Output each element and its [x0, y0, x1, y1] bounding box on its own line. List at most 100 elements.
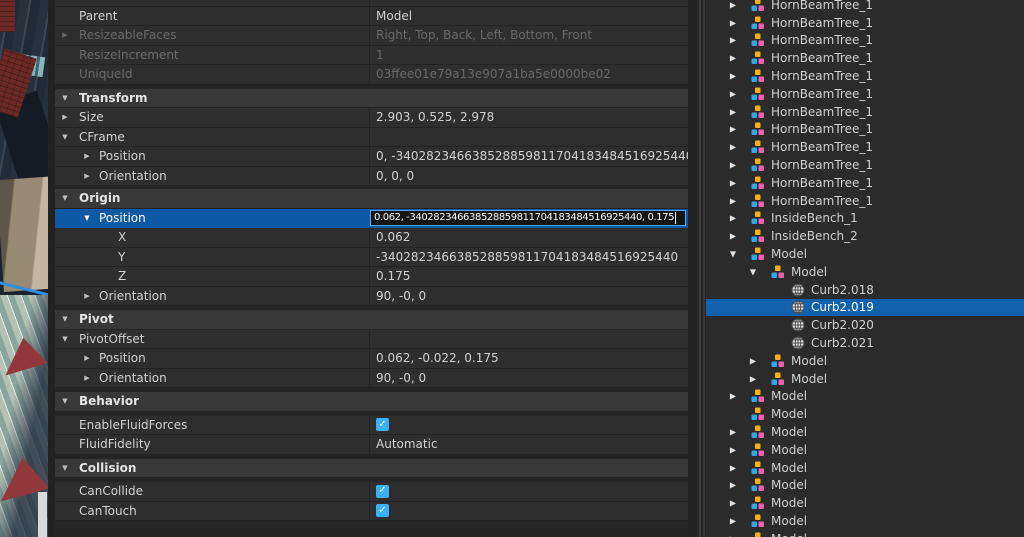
- expand-arrow-icon[interactable]: ▶: [727, 463, 739, 472]
- explorer-row-insidebench-2[interactable]: ▶ InsideBench_2: [706, 227, 1024, 245]
- panel-splitter[interactable]: [688, 0, 706, 537]
- explorer-row-model[interactable]: ▶ Model: [706, 512, 1024, 530]
- expand-arrow-icon[interactable]: ▶: [727, 445, 739, 454]
- expand-arrow-icon[interactable]: ▶: [727, 18, 739, 27]
- expand-arrow-icon[interactable]: ▶: [81, 292, 93, 300]
- explorer-row-hornbeamtree-1[interactable]: ▶ HornBeamTree_1: [706, 121, 1024, 139]
- explorer-row-model[interactable]: ▶ Model: [706, 530, 1024, 537]
- property-row-cframe-orientation[interactable]: ▶ Orientation 0, 0, 0: [55, 166, 688, 186]
- expand-arrow-icon[interactable]: ▶: [727, 392, 739, 401]
- property-row-origin-position-z[interactable]: Z 0.175: [55, 267, 688, 287]
- expand-arrow-icon[interactable]: ▼: [59, 94, 71, 102]
- property-value-cell[interactable]: 2.903, 0.525, 2.978: [369, 108, 688, 127]
- expand-arrow-icon[interactable]: ▶: [727, 214, 739, 223]
- property-row-pivot-position[interactable]: ▶ Position 0.062, -0.022, 0.175: [55, 349, 688, 369]
- explorer-row-model[interactable]: ▶ Model: [706, 352, 1024, 370]
- expand-arrow-icon[interactable]: ▶: [59, 31, 71, 39]
- checkbox-checked[interactable]: [376, 504, 389, 518]
- expand-arrow-icon[interactable]: ▼: [727, 250, 739, 259]
- checkbox-checked[interactable]: [376, 484, 389, 498]
- expand-arrow-icon[interactable]: ▶: [727, 125, 739, 134]
- explorer-row-curb2-020[interactable]: Curb2.020: [706, 316, 1024, 334]
- expand-arrow-icon[interactable]: ▶: [727, 481, 739, 490]
- expand-arrow-icon[interactable]: ▶: [59, 113, 71, 121]
- property-row-origin-orientation[interactable]: ▶ Orientation 90, -0, 0: [55, 286, 688, 306]
- expand-arrow-icon[interactable]: ▶: [727, 89, 739, 98]
- property-value-cell[interactable]: 0, -340282346638528859811704183484516925…: [369, 147, 688, 166]
- property-row-section-pivot[interactable]: ▼ Pivot: [55, 310, 688, 330]
- property-value-cell[interactable]: Automatic: [369, 435, 688, 454]
- expand-arrow-icon[interactable]: ▼: [59, 397, 71, 405]
- property-row-unique-id[interactable]: UniqueId 03ffee01e79a13e907a1ba5e0000be0…: [55, 65, 688, 85]
- property-row-enable-fluid-forces[interactable]: EnableFluidForces: [55, 415, 688, 435]
- property-row-cframe[interactable]: ▼ CFrame: [55, 127, 688, 147]
- property-row-can-touch[interactable]: CanTouch: [55, 501, 688, 521]
- property-value-cell[interactable]: Model: [369, 6, 688, 25]
- explorer-row-model[interactable]: ▶ Model: [706, 370, 1024, 388]
- viewport-3d[interactable]: [0, 0, 48, 537]
- property-row-resizeable-faces[interactable]: ▶ ResizeableFaces Right, Top, Back, Left…: [55, 26, 688, 46]
- explorer-row-hornbeamtree-1[interactable]: ▶ HornBeamTree_1: [706, 156, 1024, 174]
- property-row-origin-position[interactable]: ▼ Position 0.062, -340282346638528859811…: [55, 208, 688, 228]
- expand-arrow-icon[interactable]: ▶: [727, 72, 739, 81]
- expand-arrow-icon[interactable]: ▼: [747, 267, 759, 276]
- explorer-row-hornbeamtree-1[interactable]: ▶ HornBeamTree_1: [706, 32, 1024, 50]
- property-value-cell[interactable]: 0.062, -0.022, 0.175: [369, 349, 688, 368]
- property-row-section-origin[interactable]: ▼ Origin: [55, 189, 688, 209]
- property-value-cell[interactable]: [369, 329, 688, 348]
- explorer-row-hornbeamtree-1[interactable]: ▶ HornBeamTree_1: [706, 192, 1024, 210]
- expand-arrow-icon[interactable]: ▶: [727, 178, 739, 187]
- property-value-cell[interactable]: [369, 392, 688, 411]
- explorer-row-model[interactable]: ▶ Model: [706, 423, 1024, 441]
- explorer-row-model[interactable]: ▶ Model: [706, 388, 1024, 406]
- property-value-cell[interactable]: [369, 189, 688, 208]
- property-row-parent[interactable]: Parent Model: [55, 6, 688, 26]
- expand-arrow-icon[interactable]: ▶: [747, 374, 759, 383]
- property-value-cell[interactable]: Curb2.019: [369, 0, 688, 6]
- explorer-row-model[interactable]: ▼ Model: [706, 245, 1024, 263]
- explorer-row-model[interactable]: Model: [706, 405, 1024, 423]
- property-value-cell[interactable]: [369, 482, 688, 501]
- explorer-row-model[interactable]: ▶ Model: [706, 459, 1024, 477]
- property-row-fluid-fidelity[interactable]: FluidFidelity Automatic: [55, 435, 688, 455]
- property-value-cell[interactable]: [369, 459, 688, 478]
- origin-position-input[interactable]: 0.062, -34028234663852885981170418348451…: [370, 209, 686, 226]
- property-row-origin-position-y[interactable]: Y -3402823466385288598117041834845169254…: [55, 247, 688, 267]
- property-value-cell[interactable]: Right, Top, Back, Left, Bottom, Front: [369, 26, 688, 45]
- explorer-row-hornbeamtree-1[interactable]: ▶ HornBeamTree_1: [706, 14, 1024, 32]
- property-row-resize-increment[interactable]: ResizeIncrement 1: [55, 45, 688, 65]
- property-row-section-transform[interactable]: ▼ Transform: [55, 88, 688, 108]
- property-value-cell[interactable]: 90, -0, 0: [369, 368, 688, 387]
- explorer-row-curb2-018[interactable]: Curb2.018: [706, 281, 1024, 299]
- property-value-cell[interactable]: 0, 0, 0: [369, 166, 688, 185]
- property-value-cell[interactable]: 0.062, -34028234663852885981170418348451…: [369, 209, 688, 228]
- expand-arrow-icon[interactable]: ▶: [727, 196, 739, 205]
- property-row-size[interactable]: ▶ Size 2.903, 0.525, 2.978: [55, 108, 688, 128]
- property-row-cframe-position[interactable]: ▶ Position 0, -3402823466385288598117041…: [55, 147, 688, 167]
- expand-arrow-icon[interactable]: ▼: [59, 194, 71, 202]
- expand-arrow-icon[interactable]: ▼: [59, 133, 71, 141]
- property-row-can-collide[interactable]: CanCollide: [55, 482, 688, 502]
- explorer-row-hornbeamtree-1[interactable]: ▶ HornBeamTree_1: [706, 85, 1024, 103]
- property-value-cell[interactable]: 1: [369, 45, 688, 64]
- expand-arrow-icon[interactable]: ▶: [727, 36, 739, 45]
- explorer-row-hornbeamtree-1[interactable]: ▶ HornBeamTree_1: [706, 138, 1024, 156]
- explorer-row-model[interactable]: ▶ Model: [706, 441, 1024, 459]
- expand-arrow-icon[interactable]: ▶: [727, 517, 739, 526]
- expand-arrow-icon[interactable]: ▶: [727, 232, 739, 241]
- property-row-pivot-orientation[interactable]: ▶ Orientation 90, -0, 0: [55, 368, 688, 388]
- explorer-row-model[interactable]: ▶ Model: [706, 477, 1024, 495]
- explorer-row-model[interactable]: ▼ Model: [706, 263, 1024, 281]
- explorer-row-curb2-019[interactable]: Curb2.019: [706, 298, 1024, 317]
- checkbox-checked[interactable]: [376, 418, 389, 432]
- property-value-cell[interactable]: [369, 501, 688, 520]
- property-value-cell[interactable]: 03ffee01e79a13e907a1ba5e0000be02: [369, 65, 688, 84]
- expand-arrow-icon[interactable]: ▶: [727, 143, 739, 152]
- expand-arrow-icon[interactable]: ▼: [59, 315, 71, 323]
- expand-arrow-icon[interactable]: ▼: [81, 214, 93, 222]
- explorer-row-insidebench-1[interactable]: ▶ InsideBench_1: [706, 210, 1024, 228]
- expand-arrow-icon[interactable]: ▶: [81, 172, 93, 180]
- property-value-cell[interactable]: [369, 310, 688, 329]
- expand-arrow-icon[interactable]: ▶: [81, 354, 93, 362]
- property-row-section-collision[interactable]: ▼ Collision: [55, 458, 688, 478]
